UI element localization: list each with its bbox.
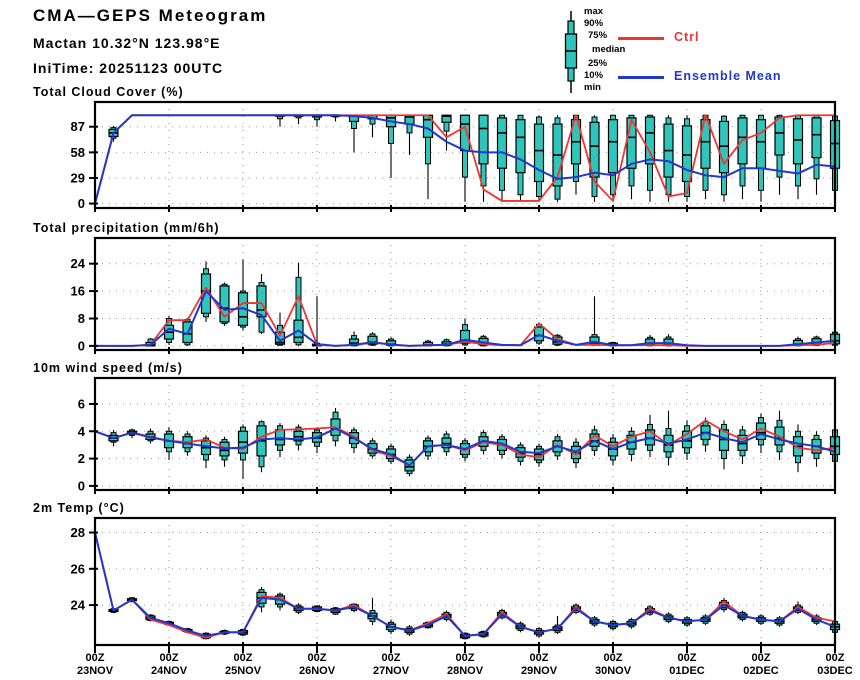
y-tick-label: 28 [71, 525, 85, 540]
x-label-day: 03DEC [817, 665, 853, 677]
box-25-75 [718, 120, 730, 174]
x-label-time: 00Z [160, 652, 179, 664]
box-25-75 [644, 116, 656, 165]
box-25-75 [681, 125, 693, 183]
box-25-75 [792, 118, 804, 165]
x-label-time: 00Z [456, 652, 475, 664]
panel-title-temp: 2m Temp (°C) [33, 501, 125, 515]
x-label-time: 00Z [678, 652, 697, 664]
y-tick-label: 26 [71, 561, 85, 576]
y-tick-label: 0 [78, 338, 85, 353]
x-label-day: 23NOV [77, 665, 114, 677]
y-tick-label: 29 [71, 170, 85, 185]
y-tick-label: 87 [71, 119, 85, 134]
x-label-time: 00Z [308, 652, 327, 664]
box-25-75 [515, 119, 526, 174]
box-25-75 [478, 114, 489, 165]
box-25-75 [811, 117, 822, 159]
x-label-day: 30NOV [595, 665, 632, 677]
x-label-time: 00Z [752, 652, 771, 664]
panel-title-precip: Total precipitation (mm/6h) [33, 221, 220, 235]
box-25-75 [607, 119, 619, 174]
box-25-75 [459, 114, 471, 152]
box-25-75 [256, 285, 267, 318]
x-label-day: 25NOV [225, 665, 262, 677]
ctrl-line-temp [94, 532, 836, 639]
x-label-day: 27NOV [373, 665, 410, 677]
y-tick-label: 0 [78, 196, 85, 211]
box-25-75 [496, 117, 508, 169]
box-25-75 [533, 326, 545, 342]
y-tick-label: 6 [78, 396, 85, 411]
x-label-time: 00Z [234, 652, 253, 664]
y-tick-label: 8 [78, 311, 85, 326]
y-tick-label: 24 [71, 256, 86, 271]
x-label-day: 02DEC [743, 665, 779, 677]
ensemble-mean-line-temp [94, 532, 836, 637]
x-label-day: 29NOV [521, 665, 558, 677]
x-label-day: 01DEC [669, 665, 705, 677]
x-label-time: 00Z [604, 652, 623, 664]
panel-title-wind: 10m wind speed (m/s) [33, 361, 183, 375]
x-label-day: 28NOV [447, 665, 484, 677]
y-tick-label: 24 [71, 598, 86, 613]
x-label-time: 00Z [826, 652, 845, 664]
box-25-75 [755, 119, 767, 169]
x-label-time: 00Z [86, 652, 105, 664]
box-25-75 [774, 116, 785, 156]
y-tick-label: 16 [71, 284, 85, 299]
x-label-day: 24NOV [151, 665, 188, 677]
y-tick-label: 58 [71, 145, 85, 160]
x-label-time: 00Z [382, 652, 401, 664]
x-label-day: 26NOV [299, 665, 336, 677]
y-tick-label: 0 [78, 478, 85, 493]
x-label-time: 00Z [530, 652, 549, 664]
box-25-75 [533, 123, 545, 183]
y-tick-label: 2 [78, 451, 85, 466]
panel-title-cloud: Total Cloud Cover (%) [33, 85, 184, 99]
meteogram-panels: 0295887Total Cloud Cover (%)081624Total … [33, 85, 853, 677]
meteogram: CMA—GEPS Meteogram Mactan 10.32°N 123.98… [0, 0, 860, 680]
y-tick-label: 4 [78, 424, 86, 439]
